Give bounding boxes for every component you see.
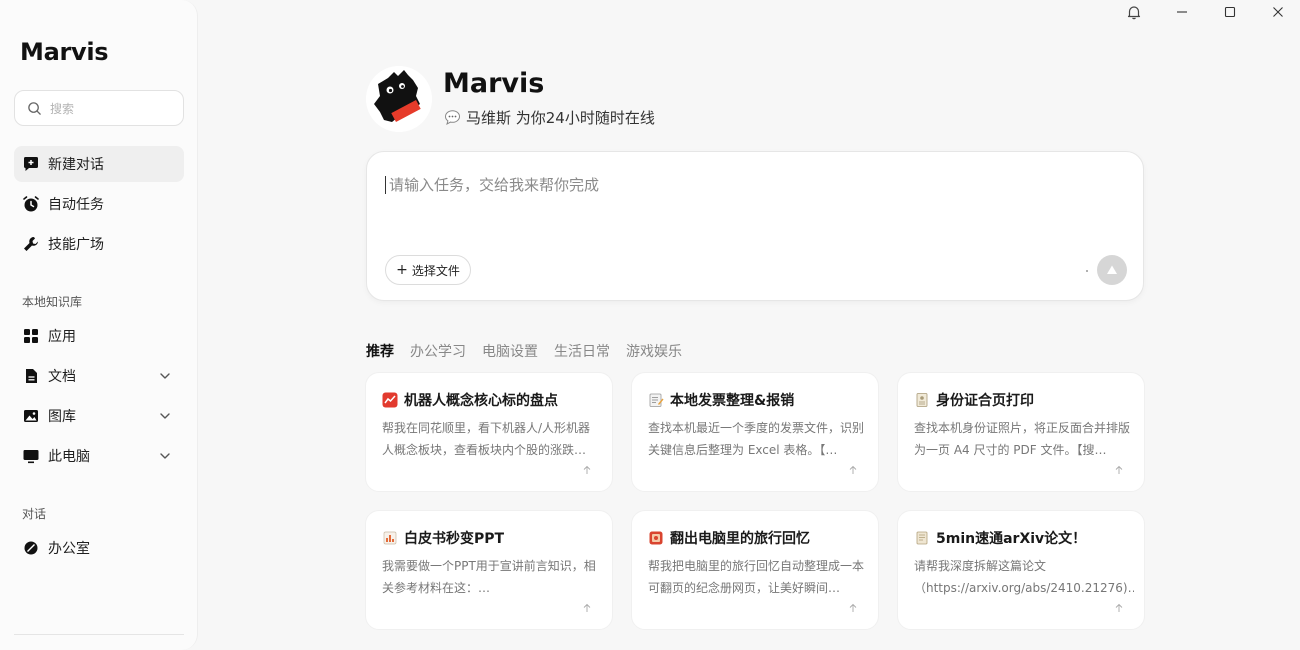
horse-logo-icon <box>366 66 432 132</box>
prompt-card[interactable]: 5min速通arXiv论文！ 请帮我深度拆解这篇论文（https://arxiv… <box>897 510 1145 630</box>
sidebar-item-label: 文档 <box>48 369 76 385</box>
chevron-down-icon[interactable] <box>158 369 172 383</box>
search-input[interactable]: 搜索 <box>50 100 74 117</box>
app-title: Marvis <box>20 38 109 66</box>
prompt-card[interactable]: 本地发票整理&报销 查找本机最近一个季度的发票文件，识别关键信息后整理为 Exc… <box>631 372 879 492</box>
card-description: 帮我把电脑里的旅行回忆自动整理成一本可翻页的纪念册网页，让美好瞬间… <box>648 559 865 595</box>
profile-subtitle-row: 马维斯 为你24小时随时在线 <box>444 107 655 128</box>
prompt-card[interactable]: 白皮书秒变PPT 我需要做一个PPT用于宣讲前言知识，相关参考材料在这：… <box>365 510 613 630</box>
sidebar-item-apps[interactable]: 应用 <box>14 318 184 354</box>
card-description: 我需要做一个PPT用于宣讲前言知识，相关参考材料在这：… <box>382 559 596 595</box>
tab-recommended[interactable]: 推荐 <box>366 341 394 361</box>
alarm-clock-icon <box>22 195 40 213</box>
sidebar-item-label: 办公室 <box>48 541 90 557</box>
plus-icon: + <box>396 262 408 278</box>
memo-icon <box>648 392 664 408</box>
card-title-row: 白皮书秒变PPT <box>382 528 504 548</box>
prompt-card[interactable]: 身份证合页打印 查找本机身份证照片，将正反面合并排版为一页 A4 尺寸的 PDF… <box>897 372 1145 492</box>
card-title: 白皮书秒变PPT <box>404 531 505 547</box>
card-description: 查找本机身份证照片，将正反面合并排版为一页 A4 尺寸的 PDF 文件。【搜… <box>914 421 1131 457</box>
send-button[interactable] <box>1097 255 1127 285</box>
task-input[interactable]: 请输入任务，交给我来帮你完成 <box>385 176 599 194</box>
arrow-up-icon <box>1115 465 1123 474</box>
send-arrow-icon <box>1107 265 1117 274</box>
tab-games[interactable]: 游戏娱乐 <box>626 341 682 361</box>
task-composer: 请输入任务，交给我来帮你完成 + 选择文件 <box>366 151 1144 301</box>
card-title: 本地发票整理&报销 <box>670 393 795 409</box>
prompt-card[interactable]: 翻出电脑里的旅行回忆 帮我把电脑里的旅行回忆自动整理成一本可翻页的纪念册网页，让… <box>631 510 879 630</box>
card-title-row: 机器人概念核心标的盘点 <box>382 390 558 410</box>
card-title-row: 身份证合页打印 <box>914 390 1034 410</box>
prompt-card[interactable]: 机器人概念核心标的盘点 帮我在同花顺里，看下机器人/人形机器人概念板块，查看板块… <box>365 372 613 492</box>
arrow-up-icon <box>583 465 591 474</box>
tab-daily-life[interactable]: 生活日常 <box>554 341 610 361</box>
card-title-row: 本地发票整理&报销 <box>648 390 794 410</box>
sidebar-item-office[interactable]: 办公室 <box>14 530 184 566</box>
minimize-icon <box>1177 11 1187 13</box>
close-button[interactable] <box>1264 0 1292 24</box>
card-title: 身份证合页打印 <box>936 393 1034 409</box>
section-label-knowledge: 本地知识库 <box>22 295 83 309</box>
maximize-icon <box>1224 6 1236 18</box>
sidebar-item-this-pc[interactable]: 此电脑 <box>14 438 184 474</box>
search-icon <box>28 101 41 115</box>
arrow-up-icon <box>849 465 857 474</box>
arrow-up-icon <box>849 603 857 612</box>
wrench-icon <box>22 235 40 253</box>
sidebar-item-documents[interactable]: 文档 <box>14 358 184 394</box>
stock-chart-icon <box>382 392 398 408</box>
arrow-up-icon <box>1115 603 1123 612</box>
chevron-down-icon[interactable] <box>158 409 172 423</box>
photo-album-icon <box>648 530 664 546</box>
card-description: 请帮我深度拆解这篇论文（https://arxiv.org/abs/2410.2… <box>914 559 1134 595</box>
bar-chart-icon <box>382 530 398 546</box>
profile-name: Marvis <box>443 68 545 99</box>
speech-bubble-icon <box>445 110 460 126</box>
notification-button[interactable] <box>1120 0 1148 24</box>
tab-pc-settings[interactable]: 电脑设置 <box>482 341 538 361</box>
card-title: 5min速通arXiv论文！ <box>936 531 1087 547</box>
close-icon <box>1273 7 1283 17</box>
sidebar-item-label: 应用 <box>48 329 76 345</box>
sidebar-item-new-chat[interactable]: 新建对话 <box>14 146 184 182</box>
card-title: 翻出电脑里的旅行回忆 <box>670 531 810 547</box>
sidebar-item-label: 新建对话 <box>48 157 104 173</box>
arrow-up-icon <box>583 603 591 612</box>
card-title: 机器人概念核心标的盘点 <box>404 393 558 409</box>
tab-office-study[interactable]: 办公学习 <box>410 341 466 361</box>
sidebar-item-label: 技能广场 <box>48 237 104 253</box>
card-title-row: 5min速通arXiv论文！ <box>914 528 1086 548</box>
sidebar-item-gallery[interactable]: 图库 <box>14 398 184 434</box>
bell-icon <box>1127 6 1141 20</box>
sidebar: Marvis 搜索 新建对话 自动任务 技能广场 本地知识库 应用 文档 图库 … <box>0 0 198 650</box>
avatar <box>366 66 432 132</box>
select-file-button[interactable]: + 选择文件 <box>385 255 471 285</box>
image-icon <box>22 407 40 425</box>
sidebar-item-label: 此电脑 <box>48 449 90 465</box>
apps-grid-icon <box>22 327 40 345</box>
sidebar-item-label: 图库 <box>48 409 76 425</box>
card-description: 查找本机最近一个季度的发票文件，识别关键信息后整理为 Excel 表格。【… <box>648 421 865 457</box>
sidebar-divider <box>14 634 184 635</box>
monitor-icon <box>22 447 40 465</box>
document-icon <box>22 367 40 385</box>
dot-indicator <box>1086 270 1088 272</box>
id-card-icon <box>914 392 930 408</box>
sidebar-item-skills[interactable]: 技能广场 <box>14 226 184 262</box>
section-label-conversations: 对话 <box>22 507 47 521</box>
card-title-row: 翻出电脑里的旅行回忆 <box>648 528 810 548</box>
chevron-down-icon[interactable] <box>158 449 172 463</box>
sidebar-item-auto-tasks[interactable]: 自动任务 <box>14 186 184 222</box>
search-box[interactable]: 搜索 <box>14 90 184 126</box>
minimize-button[interactable] <box>1168 0 1196 24</box>
category-tabs: 推荐 办公学习 电脑设置 生活日常 游戏娱乐 <box>366 341 698 361</box>
leaf-icon <box>22 539 40 557</box>
sidebar-item-label: 自动任务 <box>48 197 104 213</box>
select-file-label: 选择文件 <box>411 263 460 278</box>
card-description: 帮我在同花顺里，看下机器人/人形机器人概念板块，查看板块内个股的涨跌… <box>382 421 591 457</box>
maximize-button[interactable] <box>1216 0 1244 24</box>
chat-plus-icon <box>22 155 40 173</box>
scroll-icon <box>914 530 930 546</box>
profile-subtitle: 马维斯 为你24小时随时在线 <box>466 109 655 127</box>
